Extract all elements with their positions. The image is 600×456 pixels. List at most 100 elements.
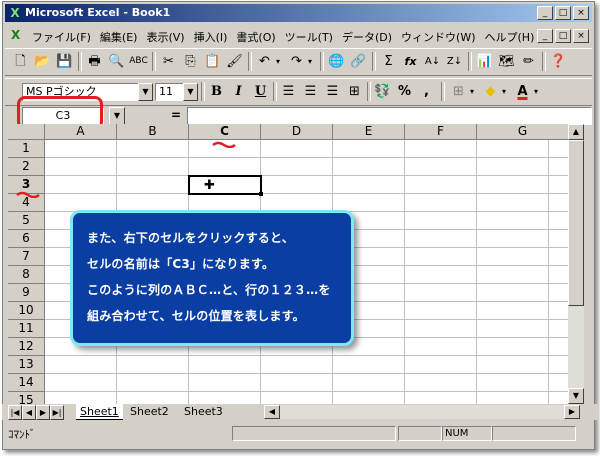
paste-function-button[interactable]: fx xyxy=(401,52,420,71)
font-size-box[interactable]: 11 xyxy=(155,83,184,101)
comma-style-button[interactable]: , xyxy=(417,82,436,101)
doc-close-button[interactable]: × xyxy=(573,29,589,43)
font-color-dropdown-icon[interactable]: ▾ xyxy=(531,82,541,101)
menu-insert[interactable]: 挿入(I) xyxy=(193,29,229,45)
autosum-button[interactable]: Σ xyxy=(379,52,398,71)
num-lock-indicator: NUM xyxy=(442,426,492,441)
chart-wizard-icon[interactable]: 📊 xyxy=(475,52,494,71)
row-header-9[interactable]: 9 xyxy=(8,284,45,302)
row-header-13[interactable]: 13 xyxy=(8,356,45,374)
undo-icon[interactable]: ↶ xyxy=(255,52,274,71)
map-icon[interactable]: 🗺 xyxy=(497,52,516,71)
sort-descending-icon[interactable]: Z↓ xyxy=(445,52,464,71)
last-sheet-icon[interactable]: ▶| xyxy=(50,405,64,420)
scroll-left-icon[interactable]: ◀ xyxy=(264,405,280,419)
format-painter-icon[interactable]: 🖌 xyxy=(225,52,244,71)
edit-formula-button[interactable]: = xyxy=(171,108,181,122)
print-icon[interactable]: 🖶 xyxy=(85,52,104,71)
column-header-f[interactable]: F xyxy=(405,124,477,140)
column-header-b[interactable]: B xyxy=(117,124,189,140)
fill-handle[interactable] xyxy=(259,192,263,196)
align-left-icon[interactable]: ☰ xyxy=(279,82,298,101)
menu-view[interactable]: 表示(V) xyxy=(145,29,185,45)
font-name-dropdown-icon[interactable]: ▼ xyxy=(138,83,153,101)
name-box-dropdown-icon[interactable]: ▼ xyxy=(109,107,125,125)
redo-dropdown-icon[interactable]: ▾ xyxy=(305,52,315,71)
scroll-down-icon[interactable]: ▼ xyxy=(568,388,584,404)
menu-window[interactable]: ウィンドウ(W) xyxy=(400,29,476,45)
row-header-14[interactable]: 14 xyxy=(8,374,45,392)
menu-file[interactable]: ファイル(F) xyxy=(31,29,92,45)
close-button[interactable]: × xyxy=(573,6,589,20)
menu-format[interactable]: 書式(O) xyxy=(235,29,276,45)
print-preview-icon[interactable]: 🔍 xyxy=(107,52,126,71)
formula-input[interactable] xyxy=(187,107,592,125)
merge-center-icon[interactable]: ⊞ xyxy=(345,82,364,101)
menu-data[interactable]: データ(D) xyxy=(341,29,393,45)
drawing-icon[interactable]: ✏ xyxy=(519,52,538,71)
percent-style-button[interactable]: % xyxy=(395,82,414,101)
fill-color-icon[interactable]: ◆ xyxy=(481,82,500,101)
menu-tools[interactable]: ツール(T) xyxy=(284,29,334,45)
column-header-c[interactable]: C xyxy=(189,124,261,140)
document-icon[interactable]: X xyxy=(11,28,25,42)
minimize-button[interactable]: _ xyxy=(537,6,553,20)
new-file-icon[interactable]: 🗋 xyxy=(11,52,30,71)
next-sheet-icon[interactable]: ▶ xyxy=(36,405,50,420)
paste-icon[interactable]: 📋 xyxy=(203,52,222,71)
sheet-tab-1[interactable]: Sheet1 xyxy=(76,404,123,420)
sheet-tab-3[interactable]: Sheet3 xyxy=(180,404,227,419)
selected-cell-c3[interactable] xyxy=(188,175,262,195)
scroll-right-icon[interactable]: ▶ xyxy=(564,405,580,419)
borders-icon[interactable]: ⊞ xyxy=(449,82,468,101)
horizontal-scrollbar[interactable]: ◀ ▶ xyxy=(264,405,580,419)
first-sheet-icon[interactable]: |◀ xyxy=(8,405,22,420)
row-header-1[interactable]: 1 xyxy=(8,140,45,158)
bold-button[interactable]: B xyxy=(207,82,226,101)
column-header-d[interactable]: D xyxy=(261,124,333,140)
currency-style-icon[interactable]: 💱 xyxy=(373,82,392,101)
undo-dropdown-icon[interactable]: ▾ xyxy=(273,52,283,71)
menu-edit[interactable]: 編集(E) xyxy=(99,29,139,45)
row-header-7[interactable]: 7 xyxy=(8,248,45,266)
column-headers: A B C D E F G xyxy=(8,124,568,140)
italic-button[interactable]: I xyxy=(229,82,248,101)
sort-ascending-icon[interactable]: A↓ xyxy=(423,52,442,71)
web-toolbar-icon[interactable]: 🔗 xyxy=(349,52,368,71)
row-header-5[interactable]: 5 xyxy=(8,212,45,230)
doc-minimize-button[interactable]: _ xyxy=(537,29,553,43)
open-folder-icon[interactable]: 📂 xyxy=(33,52,52,71)
column-header-e[interactable]: E xyxy=(333,124,405,140)
row-header-10[interactable]: 10 xyxy=(8,302,45,320)
row-header-8[interactable]: 8 xyxy=(8,266,45,284)
maximize-button[interactable]: □ xyxy=(555,6,571,20)
cut-icon[interactable]: ✂ xyxy=(159,52,178,71)
spellcheck-icon[interactable]: ABC xyxy=(129,52,148,71)
vertical-scrollbar[interactable]: ▲ ▼ xyxy=(568,124,584,404)
font-color-button[interactable]: A xyxy=(513,82,532,101)
hyperlink-icon[interactable]: 🌐 xyxy=(327,52,346,71)
save-icon[interactable]: 💾 xyxy=(55,52,74,71)
fill-color-dropdown-icon[interactable]: ▾ xyxy=(499,82,509,101)
scroll-up-icon[interactable]: ▲ xyxy=(568,124,584,140)
redo-icon[interactable]: ↷ xyxy=(287,52,306,71)
scroll-thumb[interactable] xyxy=(568,140,584,306)
office-assistant-icon[interactable]: ❓ xyxy=(549,52,568,71)
font-size-dropdown-icon[interactable]: ▼ xyxy=(183,83,198,101)
prev-sheet-icon[interactable]: ◀ xyxy=(22,405,36,420)
row-header-2[interactable]: 2 xyxy=(8,158,45,176)
underline-button[interactable]: U xyxy=(251,82,270,101)
borders-dropdown-icon[interactable]: ▾ xyxy=(467,82,477,101)
column-header-g[interactable]: G xyxy=(477,124,568,140)
sheet-tab-2[interactable]: Sheet2 xyxy=(126,404,173,419)
align-right-icon[interactable]: ☰ xyxy=(323,82,342,101)
doc-restore-button[interactable]: □ xyxy=(555,29,571,43)
row-header-11[interactable]: 11 xyxy=(8,320,45,338)
row-header-15[interactable]: 15 xyxy=(8,392,45,404)
column-header-a[interactable]: A xyxy=(45,124,117,140)
row-header-12[interactable]: 12 xyxy=(8,338,45,356)
menu-help[interactable]: ヘルプ(H) xyxy=(484,29,536,45)
row-header-6[interactable]: 6 xyxy=(8,230,45,248)
align-center-icon[interactable]: ☰ xyxy=(301,82,320,101)
copy-icon[interactable]: ⎘ xyxy=(181,52,200,71)
